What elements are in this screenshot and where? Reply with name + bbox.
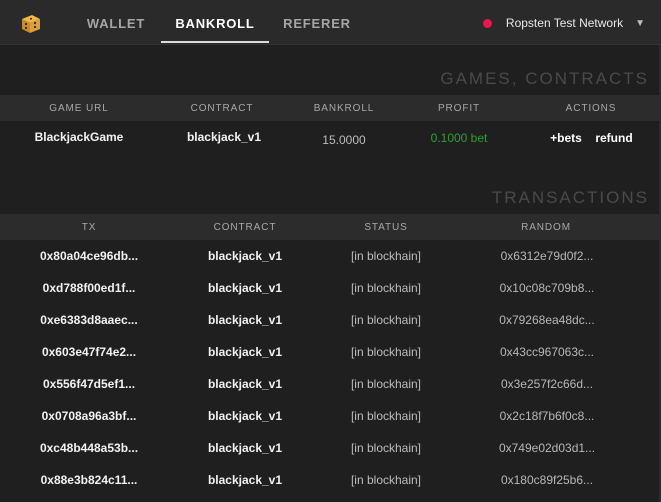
column-header-contract: CONTRACT bbox=[213, 222, 277, 233]
contract-cell: blackjack_v1 bbox=[207, 409, 283, 423]
tab-wallet[interactable]: WALLET bbox=[72, 0, 160, 45]
transaction-row: 0x0708a96a3bf... blackjack_v1 [in blockhai… bbox=[0, 400, 661, 432]
top-navigation-bar: WALLET BANKROLL REFERER Ropsten Test Net… bbox=[0, 0, 661, 45]
dice-logo-icon[interactable] bbox=[18, 13, 44, 35]
transactions-section-title: TRANSACTIONS bbox=[491, 188, 649, 207]
network-label: Ropsten Test Network bbox=[505, 16, 624, 30]
transaction-row: 0xd788f00ed1f... blackjack_v1 [in blockhai… bbox=[0, 272, 661, 304]
status-cell: [in blockhain] bbox=[350, 377, 422, 391]
profit-cell: 0.1000 bet bbox=[430, 131, 488, 145]
column-header-profit: PROFIT bbox=[437, 103, 481, 114]
bankroll-cell: 15.0000 bbox=[322, 133, 366, 147]
tx-hash-cell[interactable]: 0x88e3b824c11... bbox=[14, 464, 164, 496]
status-cell: [in blockhain] bbox=[350, 473, 422, 487]
random-cell: 0x10c08c709b8... bbox=[499, 281, 595, 295]
tx-hash-cell[interactable]: 0x603e47f74e2... bbox=[14, 336, 164, 368]
tx-hash-cell[interactable]: 0x0708a96a3bf... bbox=[14, 400, 164, 432]
column-header-bankroll: BANKROLL bbox=[313, 103, 375, 114]
transaction-row: 0x603e47f74e2... blackjack_v1 [in blockhai… bbox=[0, 336, 661, 368]
column-header-status: STATUS bbox=[364, 222, 408, 233]
random-cell: 0x749e02d03d1... bbox=[498, 441, 596, 455]
transaction-row: 0xe6383d8aaec... blackjack_v1 [in blockhai… bbox=[0, 304, 661, 336]
tx-hash-cell[interactable]: 0x80a04ce96db... bbox=[14, 240, 164, 272]
column-header-tx: TX bbox=[81, 222, 97, 233]
tab-referer[interactable]: REFERER bbox=[270, 0, 364, 45]
random-cell: 0x6312e79d0f2... bbox=[500, 249, 594, 263]
transaction-row: 0xc48b448a53b... blackjack_v1 [in blockhai… bbox=[0, 432, 661, 464]
tx-hash-cell[interactable]: 0x556f47d5ef1... bbox=[14, 368, 164, 400]
contract-cell: blackjack_v1 bbox=[186, 130, 262, 144]
games-table-header: GAME URL CONTRACT BANKROLL PROFIT ACTION… bbox=[0, 95, 661, 121]
status-cell: [in blockhain] bbox=[350, 441, 422, 455]
random-cell: 0x2c18f7b6f0c8... bbox=[499, 409, 595, 423]
contract-cell: blackjack_v1 bbox=[207, 473, 283, 487]
status-cell: [in blockhain] bbox=[350, 281, 422, 295]
transaction-row: 0x556f47d5ef1... blackjack_v1 [in blockhai… bbox=[0, 368, 661, 400]
contract-cell: blackjack_v1 bbox=[207, 281, 283, 295]
active-tab-indicator bbox=[161, 41, 269, 43]
transaction-row: 0x80a04ce96db... blackjack_v1 [in blockhai… bbox=[0, 240, 661, 272]
random-cell: 0x79268ea48dc... bbox=[499, 313, 595, 327]
network-status-dot-icon bbox=[482, 18, 492, 28]
contract-cell: blackjack_v1 bbox=[207, 377, 283, 391]
network-selector[interactable]: Ropsten Test Network ▼ bbox=[482, 14, 645, 32]
transaction-row: 0x88e3b824c11... blackjack_v1 [in blockhai… bbox=[0, 464, 661, 496]
refund-button[interactable]: refund bbox=[590, 131, 638, 145]
contract-cell: blackjack_v1 bbox=[207, 249, 283, 263]
random-cell: 0x180c89f25b6... bbox=[500, 473, 594, 487]
random-cell: 0x43cc967063c... bbox=[499, 345, 595, 359]
status-cell: [in blockhain] bbox=[350, 313, 422, 327]
random-cell: 0x3e257f2c66d... bbox=[500, 377, 594, 391]
add-bets-button[interactable]: +bets bbox=[540, 131, 592, 145]
tx-hash-cell[interactable]: 0xe6383d8aaec... bbox=[14, 304, 164, 336]
transactions-table-header: TX CONTRACT STATUS RANDOM bbox=[0, 214, 661, 240]
contract-cell: blackjack_v1 bbox=[207, 441, 283, 455]
games-table-row: BlackjackGame blackjack_v1 15.0000 0.100… bbox=[0, 121, 661, 157]
game-url-cell[interactable]: BlackjackGame bbox=[19, 130, 139, 144]
column-header-random: RANDOM bbox=[521, 222, 571, 233]
contract-cell: blackjack_v1 bbox=[207, 313, 283, 327]
status-cell: [in blockhain] bbox=[350, 345, 422, 359]
tx-hash-cell[interactable]: 0xc48b448a53b... bbox=[14, 432, 164, 464]
status-cell: [in blockhain] bbox=[350, 249, 422, 263]
status-cell: [in blockhain] bbox=[350, 409, 422, 423]
chevron-down-icon: ▼ bbox=[635, 17, 645, 29]
column-header-contract: CONTRACT bbox=[190, 103, 254, 114]
tab-bankroll[interactable]: BANKROLL bbox=[161, 0, 269, 45]
games-section-title: GAMES, CONTRACTS bbox=[440, 69, 649, 88]
column-header-actions: ACTIONS bbox=[565, 103, 617, 114]
column-header-game-url: GAME URL bbox=[49, 103, 109, 114]
tx-hash-cell[interactable]: 0xd788f00ed1f... bbox=[14, 272, 164, 304]
contract-cell: blackjack_v1 bbox=[207, 345, 283, 359]
